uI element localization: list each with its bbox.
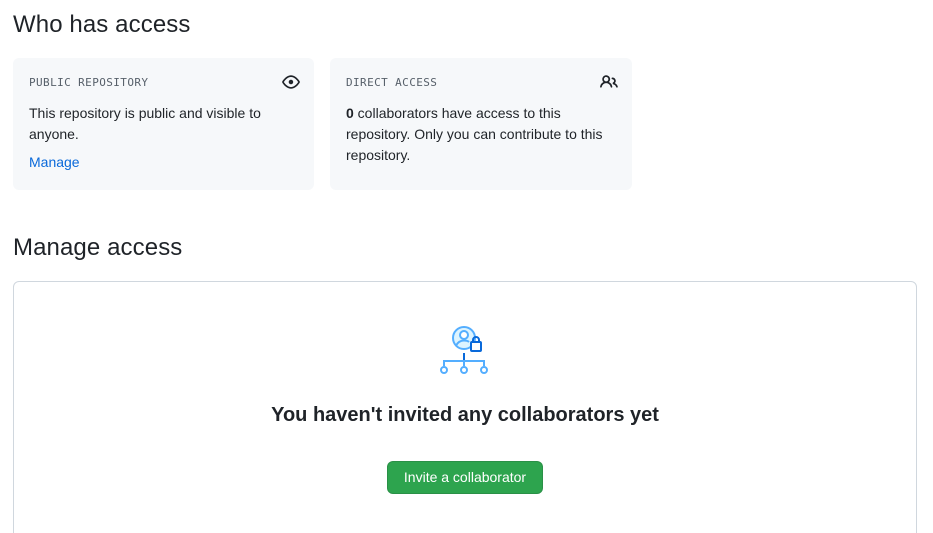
no-collaborators-message: You haven't invited any collaborators ye… bbox=[271, 404, 659, 426]
manage-visibility-link[interactable]: Manage bbox=[29, 154, 80, 170]
direct-access-card: DIRECT ACCESS 0 collaborators have acces… bbox=[330, 58, 632, 190]
collaborator-count: 0 bbox=[346, 105, 354, 121]
eye-icon bbox=[282, 73, 300, 91]
public-repository-heading: PUBLIC REPOSITORY bbox=[29, 76, 149, 89]
invite-collaborator-button[interactable]: Invite a collaborator bbox=[387, 461, 543, 494]
who-has-access-title: Who has access bbox=[13, 11, 191, 38]
collaborators-lock-illustration-icon bbox=[440, 326, 494, 376]
public-repository-card: PUBLIC REPOSITORY This repository is pub… bbox=[13, 58, 314, 190]
direct-access-heading: DIRECT ACCESS bbox=[346, 76, 438, 89]
public-repository-description: This repository is public and visible to… bbox=[29, 105, 261, 142]
direct-access-description: 0 collaborators have access to this repo… bbox=[346, 103, 616, 166]
manage-access-title: Manage access bbox=[13, 234, 183, 261]
manage-access-panel: You haven't invited any collaborators ye… bbox=[13, 281, 917, 533]
direct-access-description-text: collaborators have access to this reposi… bbox=[346, 105, 603, 163]
people-icon bbox=[600, 73, 618, 91]
